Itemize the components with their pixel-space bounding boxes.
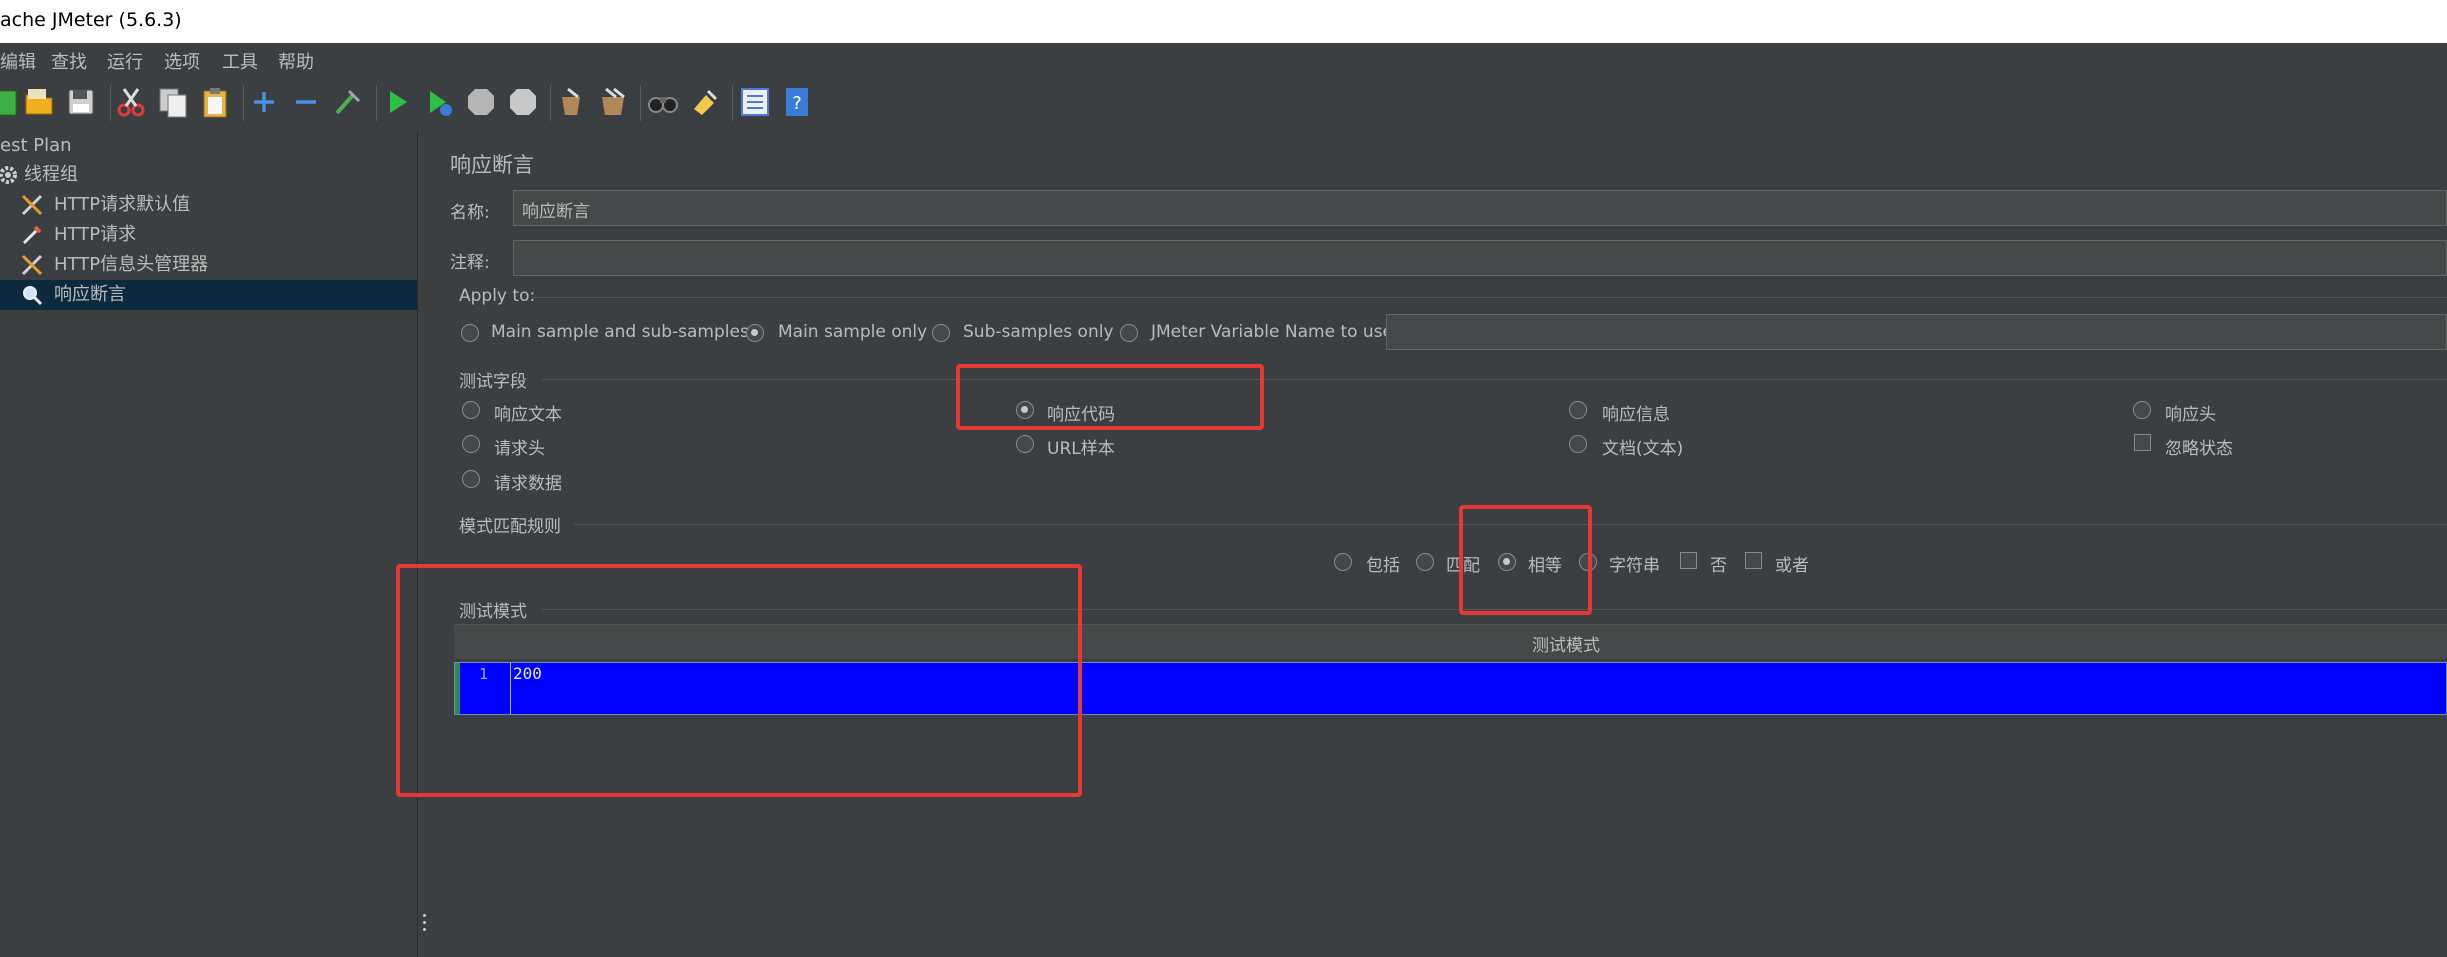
tree-item-label: est Plan bbox=[0, 135, 72, 156]
tree-item-test-plan[interactable]: est Plan bbox=[0, 131, 417, 161]
panel-title: 响应断言 bbox=[450, 153, 534, 177]
window-title: ache JMeter (5.6.3) bbox=[0, 9, 182, 31]
field-url-sampled-label: URL样本 bbox=[1047, 439, 1115, 459]
collapse-icon[interactable] bbox=[289, 85, 323, 119]
apply-sub-only-label: Sub-samples only bbox=[963, 322, 1114, 342]
svg-text:?: ? bbox=[792, 93, 802, 114]
field-url-sampled-radio[interactable] bbox=[1016, 435, 1034, 453]
cut-icon[interactable] bbox=[114, 85, 148, 119]
name-label: 名称: bbox=[450, 203, 490, 223]
tree-item-label: 响应断言 bbox=[54, 284, 126, 305]
field-response-message-label: 响应信息 bbox=[1602, 405, 1670, 425]
menu-tools[interactable]: 工具 bbox=[222, 48, 258, 74]
field-response-text-label: 响应文本 bbox=[494, 405, 562, 425]
test-plan-tree: est Plan 线程组 HTTP请求默认值 HTTP请求 HTTP信息头管理器… bbox=[0, 131, 417, 957]
rule-not-checkbox[interactable] bbox=[1680, 552, 1697, 569]
apply-variable-radio[interactable] bbox=[1120, 324, 1138, 342]
assertion-panel: 响应断言 名称: 响应断言 注释: Apply to: Main sample … bbox=[432, 131, 2447, 957]
rule-substring-label: 字符串 bbox=[1609, 556, 1660, 576]
apply-main-only-radio[interactable] bbox=[746, 324, 764, 342]
apply-sub-only-radio[interactable] bbox=[932, 324, 950, 342]
tree-item-label: 线程组 bbox=[24, 164, 78, 185]
highlight-box-equals bbox=[1459, 505, 1592, 615]
start-icon[interactable] bbox=[380, 85, 414, 119]
test-field-label: 测试字段 bbox=[459, 372, 527, 392]
field-request-headers-radio[interactable] bbox=[462, 435, 480, 453]
menu-help[interactable]: 帮助 bbox=[278, 48, 314, 74]
rule-matches-radio[interactable] bbox=[1416, 553, 1434, 571]
apply-to-label: Apply to: bbox=[459, 286, 536, 306]
apply-main-only-label: Main sample only bbox=[778, 322, 928, 342]
tree-item-label: HTTP请求默认值 bbox=[54, 194, 191, 215]
ignore-status-label: 忽略状态 bbox=[2165, 439, 2233, 459]
menu-run[interactable]: 运行 bbox=[107, 48, 143, 74]
patterns-column-header: 测试模式 bbox=[1532, 636, 1600, 656]
copy-icon[interactable] bbox=[156, 85, 190, 119]
paste-icon[interactable] bbox=[198, 85, 232, 119]
toolbar: ? bbox=[0, 75, 2447, 132]
field-request-data-label: 请求数据 bbox=[494, 474, 562, 494]
comment-field[interactable] bbox=[513, 240, 2447, 276]
clear-all-icon[interactable] bbox=[596, 85, 630, 119]
help-icon[interactable]: ? bbox=[780, 85, 814, 119]
ignore-status-checkbox[interactable] bbox=[2134, 434, 2151, 451]
expand-icon[interactable] bbox=[247, 85, 281, 119]
reset-search-icon[interactable] bbox=[688, 85, 722, 119]
save-icon[interactable] bbox=[64, 85, 98, 119]
comment-label: 注释: bbox=[450, 253, 490, 273]
rule-contains-radio[interactable] bbox=[1334, 553, 1352, 571]
toggle-icon[interactable] bbox=[331, 85, 365, 119]
apply-main-and-sub-label: Main sample and sub-samples bbox=[491, 322, 749, 342]
open-icon[interactable] bbox=[22, 85, 56, 119]
rule-or-label: 或者 bbox=[1775, 556, 1809, 576]
pattern-rules-label: 模式匹配规则 bbox=[459, 517, 561, 537]
clear-icon[interactable] bbox=[554, 85, 588, 119]
menu-bar: 编辑 查找 运行 选项 工具 帮助 bbox=[0, 43, 2447, 75]
rule-contains-label: 包括 bbox=[1366, 556, 1400, 576]
start-no-pause-icon[interactable] bbox=[422, 85, 456, 119]
tools-icon bbox=[21, 254, 43, 276]
field-request-headers-label: 请求头 bbox=[494, 439, 545, 459]
field-document-radio[interactable] bbox=[1569, 435, 1587, 453]
magnifier-icon bbox=[23, 286, 43, 306]
highlight-box-patterns bbox=[396, 564, 1082, 797]
tree-item-label: HTTP请求 bbox=[54, 224, 137, 245]
tools-icon bbox=[21, 194, 43, 216]
tree-item-http-request[interactable]: HTTP请求 bbox=[0, 220, 417, 250]
splitter[interactable] bbox=[417, 131, 433, 957]
pipette-icon bbox=[22, 225, 42, 245]
function-helper-icon[interactable] bbox=[738, 85, 772, 119]
shutdown-icon[interactable] bbox=[506, 85, 540, 119]
new-icon[interactable] bbox=[0, 85, 24, 119]
search-icon[interactable] bbox=[646, 85, 680, 119]
apply-main-and-sub-radio[interactable] bbox=[461, 324, 479, 342]
highlight-box-response-code bbox=[956, 364, 1264, 430]
field-document-label: 文档(文本) bbox=[1602, 439, 1684, 459]
variable-name-field[interactable] bbox=[1386, 314, 2447, 350]
menu-edit[interactable]: 编辑 bbox=[0, 48, 36, 74]
field-response-headers-radio[interactable] bbox=[2133, 401, 2151, 419]
rule-or-checkbox[interactable] bbox=[1745, 552, 1762, 569]
tree-item-header-manager[interactable]: HTTP信息头管理器 bbox=[0, 250, 417, 280]
name-field[interactable]: 响应断言 bbox=[513, 190, 2447, 226]
menu-options[interactable]: 选项 bbox=[164, 48, 200, 74]
field-response-message-radio[interactable] bbox=[1569, 401, 1587, 419]
tree-item-thread-group[interactable]: 线程组 bbox=[0, 160, 417, 190]
title-bar: ache JMeter (5.6.3) bbox=[0, 0, 2447, 43]
rule-not-label: 否 bbox=[1710, 556, 1727, 576]
apply-variable-label: JMeter Variable Name to use bbox=[1151, 322, 1394, 342]
tree-item-http-defaults[interactable]: HTTP请求默认值 bbox=[0, 190, 417, 220]
field-request-data-radio[interactable] bbox=[462, 470, 480, 488]
stop-icon[interactable] bbox=[464, 85, 498, 119]
field-response-text-radio[interactable] bbox=[462, 401, 480, 419]
menu-search[interactable]: 查找 bbox=[51, 48, 87, 74]
tree-item-label: HTTP信息头管理器 bbox=[54, 254, 209, 275]
field-response-headers-label: 响应头 bbox=[2165, 405, 2216, 425]
tree-item-response-assertion[interactable]: 响应断言 bbox=[0, 280, 417, 310]
gear-icon bbox=[0, 166, 17, 184]
